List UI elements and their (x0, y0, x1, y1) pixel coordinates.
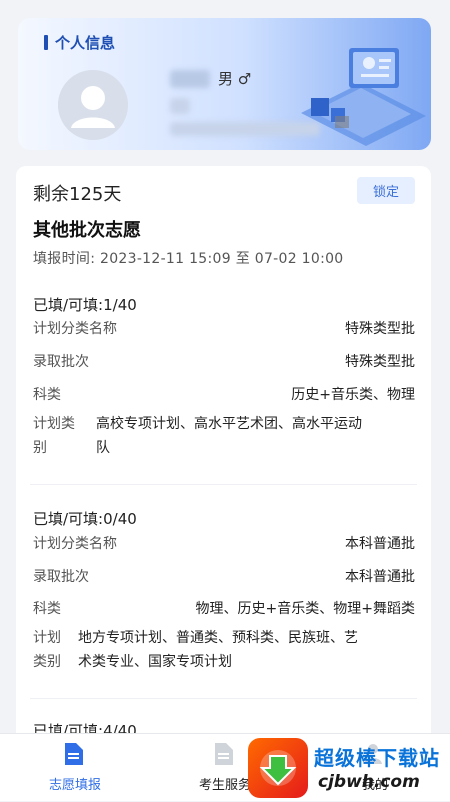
section-1-plan-type-line1: 高校专项计划、高水平艺术团、高水平运动 (96, 416, 362, 432)
section-2-plan-type-label: 计划 类别 (33, 626, 61, 674)
fill-time-value: 2023-12-11 15:09 至 07-02 10:00 (99, 251, 344, 267)
section-divider (30, 698, 417, 699)
watermark-url: cjbwh.com (318, 772, 420, 792)
section-2-subject-value: 物理、历史+音乐类、物理+舞蹈类 (195, 601, 415, 617)
gender: 男 ♂ (218, 70, 252, 88)
remaining-days: 剩余125天 (33, 184, 122, 205)
section-1-filled-count: 已填/可填:1/40 (33, 296, 137, 314)
watermark-text: 超级棒下载站 (314, 746, 440, 770)
section-1-plan-type-label: 计划类 别 (33, 412, 75, 460)
section-1-plan-type-value: 高校专项计划、高水平艺术团、高水平运动 队 (96, 412, 362, 460)
avatar[interactable] (58, 70, 128, 140)
section-2-plan-type-line1: 地方专项计划、普通类、预科类、民族班、艺 (78, 630, 358, 646)
section-2-subject-label: 科类 (33, 601, 61, 617)
lock-button[interactable]: 锁定 (357, 177, 415, 204)
document-icon (65, 743, 83, 765)
fill-time: 填报时间: 2023-12-11 15:09 至 07-02 10:00 (33, 248, 344, 268)
section-1-admit-value: 特殊类型批 (345, 354, 415, 370)
watermark-logo-icon (248, 738, 308, 798)
profile-illustration-icon (301, 48, 426, 146)
section-2-plan-type-label-line2: 类别 (33, 654, 61, 670)
section-1-subject-label: 科类 (33, 387, 61, 403)
section-1-admit-label: 录取批次 (33, 354, 89, 370)
section-1-plan-name-label: 计划分类名称 (33, 321, 117, 337)
name-redacted (170, 70, 210, 88)
batch-title: 其他批次志愿 (33, 220, 141, 241)
section-2-filled-count: 已填/可填:0/40 (33, 510, 137, 528)
section-1-subject-value: 历史+音乐类、物理 (291, 387, 415, 403)
section-2-plan-type-line2: 术类专业、国家专项计划 (78, 654, 232, 670)
document-icon (215, 743, 233, 765)
section-1-plan-type-line2: 队 (96, 440, 110, 456)
title-accent-bar (44, 35, 48, 50)
section-2-plan-type-value: 地方专项计划、普通类、预科类、民族班、艺 术类专业、国家专项计划 (78, 626, 358, 674)
section-2-admit-label: 录取批次 (33, 569, 89, 585)
nav-label-volunteer: 志愿填报 (48, 778, 101, 793)
section-2-plan-type-label-line1: 计划 (33, 630, 61, 646)
nav-item-volunteer[interactable]: 志愿填报 (0, 734, 150, 801)
watermark: 超级棒下载站 cjbwh.com (248, 738, 448, 798)
section-2-admit-value: 本科普通批 (345, 569, 415, 585)
volunteer-card: 剩余125天 锁定 其他批次志愿 填报时间: 2023-12-11 15:09 … (16, 166, 431, 766)
profile-card: 个人信息 男 ♂ (18, 18, 431, 150)
section-1-plan-name-value: 特殊类型批 (345, 321, 415, 337)
fill-time-label: 填报时间: (33, 251, 96, 267)
section-divider (30, 484, 417, 485)
section-2-plan-name-label: 计划分类名称 (33, 536, 117, 552)
section-1-plan-type-label-line1: 计划类 (33, 416, 75, 432)
profile-title-text: 个人信息 (55, 34, 116, 52)
profile-title: 个人信息 (44, 32, 115, 53)
section-2-plan-name-value: 本科普通批 (345, 536, 415, 552)
info-redacted-1 (170, 98, 190, 114)
section-1-plan-type-label-line2: 别 (33, 440, 47, 456)
user-avatar-icon (58, 70, 128, 140)
